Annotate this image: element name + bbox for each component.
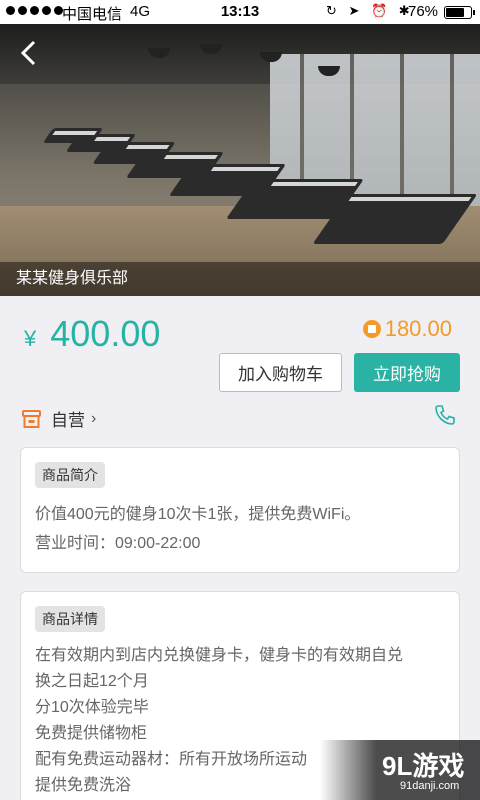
shop-link[interactable]: 自营 › [22,406,96,431]
price-value: 400.00 [50,313,161,354]
intro-card: 商品简介 价值400元的健身10次卡1张，提供免费WiFi。 营业时间：09:0… [20,447,460,573]
points-price: 180.00 [362,316,452,342]
shop-icon [22,409,41,428]
intro-text: 价值400元的健身10次卡1张，提供免费WiFi。 营业时间：09:00-22:… [35,500,455,558]
hero-image: 某某健身俱乐部 [0,24,480,296]
details-line: 换之日起12个月 [35,673,149,690]
status-icons: ↻ ➤ ⏰ ✱ [326,3,414,18]
intro-line: 营业时间：09:00-22:00 [35,535,201,552]
intro-tag: 商品简介 [35,462,105,488]
chevron-right-icon: › [91,409,97,427]
watermark-site: 91danji.com [400,780,460,792]
battery-percent: 76% [408,3,439,20]
details-line: 分10次体验完毕 [35,699,149,716]
currency-symbol: ¥ [24,326,37,351]
points-value: 180.00 [384,316,452,341]
watermark-logo: 9L游戏 [382,751,465,781]
battery-icon [444,6,475,19]
price-section: ¥ 400.00 180.00 加入购物车 立即抢购 自营 › [0,296,480,446]
details-tag: 商品详情 [35,606,105,632]
phone-icon[interactable] [434,404,456,426]
watermark: 9L游戏 91danji.com [320,740,480,800]
status-bar: 中国电信 4G 13:13 ↻ ➤ ⏰ ✱ 76% [0,0,480,24]
details-line: 在有效期内到店内兑换健身卡，健身卡的有效期自兑 [35,647,404,664]
coin-icon [362,320,381,338]
shop-label: 自营 [51,411,85,430]
buy-now-button[interactable]: 立即抢购 [354,353,460,392]
intro-line: 价值400元的健身10次卡1张，提供免费WiFi。 [35,506,361,523]
price: ¥ 400.00 [24,313,160,355]
chevron-left-icon[interactable] [14,38,44,68]
treadmill [42,128,104,143]
venue-name: 某某健身俱乐部 [0,262,480,296]
add-to-cart-button[interactable]: 加入购物车 [219,353,342,392]
